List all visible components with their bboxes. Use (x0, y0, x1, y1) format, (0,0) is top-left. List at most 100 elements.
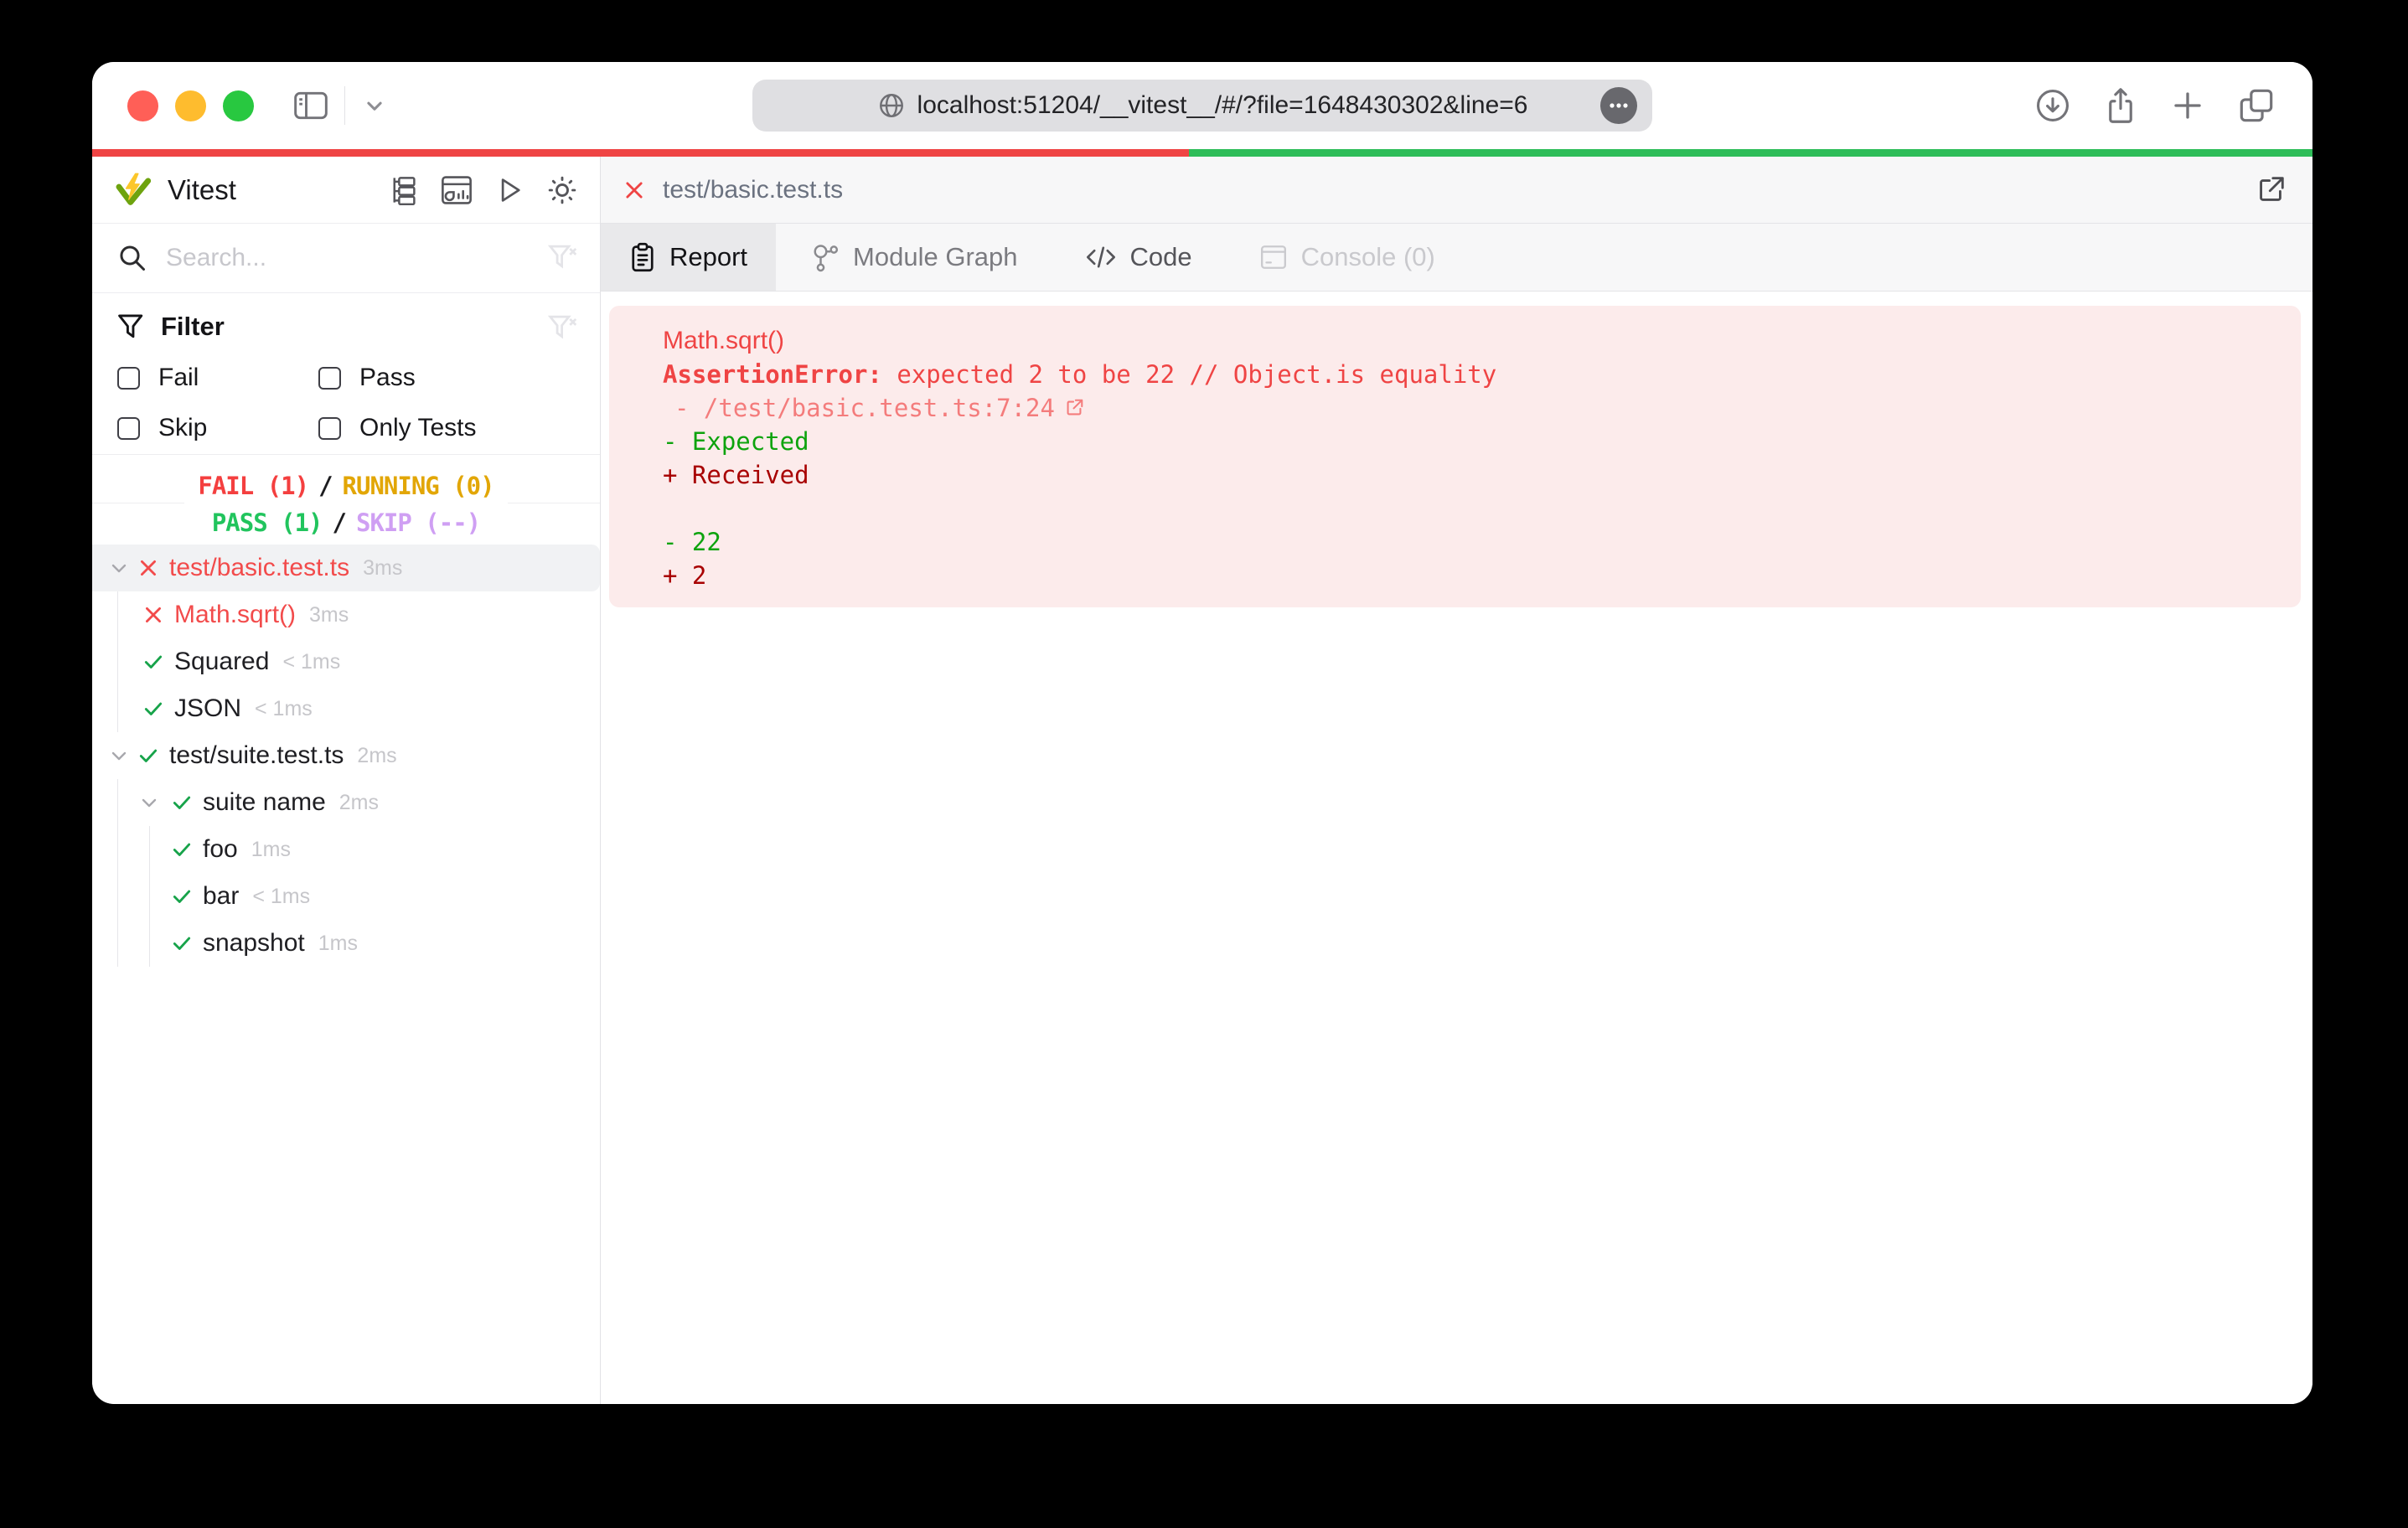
checkbox[interactable] (318, 366, 341, 390)
sidebar-header: Vitest (92, 157, 600, 223)
filter-checkbox-skip[interactable]: Skip (117, 414, 318, 442)
filter-section: Filter Fail Pass Skip Only Tests (92, 293, 600, 455)
diff-blank-line (663, 492, 2276, 525)
tree-row-basic-test-file[interactable]: test/basic.test.ts 3ms (92, 545, 600, 591)
tree-row-time: < 1ms (282, 649, 341, 674)
tree-row-time: 3ms (309, 602, 349, 627)
tree-row-bar[interactable]: bar < 1ms (92, 873, 600, 920)
address-bar[interactable]: localhost:51204/__vitest__/#/?file=16484… (752, 80, 1652, 132)
traffic-lights (127, 90, 254, 121)
tree-row-label: Squared (174, 648, 270, 675)
share-icon[interactable] (2103, 86, 2138, 125)
error-report-panel: Math.sqrt() AssertionError: expected 2 t… (609, 306, 2301, 607)
chevron-down-icon[interactable] (109, 558, 129, 578)
tree-row-label: JSON (174, 694, 242, 722)
tab-label: Console (0) (1300, 242, 1435, 271)
toolbar-divider (344, 86, 345, 125)
error-message: expected 2 to be 22 // Object.is equalit… (881, 360, 1497, 389)
clear-filter-icon[interactable] (548, 243, 578, 273)
failed-test-name: Math.sqrt() (663, 327, 785, 354)
checkbox[interactable] (117, 366, 140, 390)
funnel-icon (117, 312, 146, 341)
theme-sun-icon[interactable] (546, 174, 578, 206)
checkbox[interactable] (318, 416, 341, 440)
close-window-button[interactable] (127, 90, 158, 121)
tree-row-label: bar (203, 882, 240, 910)
filter-checkbox-fail[interactable]: Fail (117, 364, 318, 392)
tree-row-time: 2ms (338, 790, 379, 814)
tree-row-label: foo (203, 835, 238, 863)
tab-code[interactable]: Code (1052, 224, 1226, 291)
tab-console: Console (0) (1226, 224, 1469, 291)
tab-label: Code (1129, 242, 1192, 271)
tree-row-math-sqrt[interactable]: Math.sqrt() 3ms (92, 591, 600, 638)
pass-check-icon (142, 651, 164, 673)
tree-view-icon[interactable] (389, 175, 419, 205)
console-icon (1259, 243, 1288, 271)
tree-row-foo[interactable]: foo 1ms (92, 826, 600, 873)
search-bar (92, 223, 600, 293)
tree-row-label: suite name (203, 788, 326, 816)
tree-row-time: 1ms (251, 837, 291, 861)
summary-pass-count: PASS (1) (211, 508, 323, 537)
chevron-down-icon[interactable] (360, 91, 389, 120)
progress-pass-segment (1189, 149, 2312, 157)
tree-row-label: Math.sqrt() (174, 601, 297, 628)
clipboard-icon (629, 242, 656, 272)
filter-checkbox-pass[interactable]: Pass (318, 364, 578, 392)
test-progress-bar (92, 149, 2312, 157)
module-graph-icon (809, 242, 840, 272)
tree-row-time: 2ms (357, 743, 397, 767)
checkbox-label: Pass (359, 364, 416, 391)
tree-row-suite-test-file[interactable]: test/suite.test.ts 2ms (92, 732, 600, 779)
pass-check-icon (137, 745, 159, 767)
tree-row-label: snapshot (203, 929, 305, 957)
vitest-logo (116, 173, 151, 208)
pass-check-icon (171, 839, 193, 860)
tree-row-snapshot[interactable]: snapshot 1ms (92, 920, 600, 967)
more-icon[interactable] (1600, 87, 1637, 124)
run-all-icon[interactable] (494, 175, 524, 205)
tree-row-suite-name[interactable]: suite name 2ms (92, 779, 600, 826)
checkbox-label: Only Tests (359, 414, 477, 441)
summary-fail-count: FAIL (1) (198, 472, 309, 500)
checkbox[interactable] (117, 416, 140, 440)
chevron-down-icon[interactable] (109, 746, 129, 766)
sidebar: Vitest Search... Filter Fail Pass Skip O… (92, 157, 601, 1404)
filter-title: Filter (161, 312, 225, 341)
sidebar-toggle-icon[interactable] (292, 90, 329, 121)
dashboard-icon[interactable] (441, 175, 473, 205)
checkbox-label: Fail (158, 364, 199, 391)
diff-expected-value: - 22 (663, 528, 721, 556)
open-file-tab: test/basic.test.ts (601, 157, 2312, 224)
diff-received-label: + Received (663, 461, 809, 489)
search-input[interactable] (166, 244, 548, 272)
tab-report[interactable]: Report (601, 224, 777, 291)
open-external-icon[interactable] (1063, 397, 1085, 419)
tabs-overview-icon[interactable] (2237, 86, 2276, 125)
pass-check-icon (171, 885, 193, 907)
diff-received-value: + 2 (663, 561, 707, 590)
stack-trace-link[interactable]: - /test/basic.test.ts:7:24 (663, 391, 2276, 425)
test-tree: test/basic.test.ts 3ms Math.sqrt() 3ms S… (92, 545, 600, 1404)
browser-window: localhost:51204/__vitest__/#/?file=16484… (92, 62, 2312, 1404)
download-icon[interactable] (2034, 87, 2071, 124)
tree-row-squared[interactable]: Squared < 1ms (92, 638, 600, 685)
minimize-window-button[interactable] (175, 90, 206, 121)
screen-background: localhost:51204/__vitest__/#/?file=16484… (0, 0, 2408, 1528)
new-tab-icon[interactable] (2170, 88, 2205, 123)
progress-fail-segment (92, 149, 1190, 157)
tab-module-graph[interactable]: Module Graph (776, 224, 1051, 291)
close-icon[interactable] (623, 178, 646, 202)
tree-row-json[interactable]: JSON < 1ms (92, 685, 600, 732)
fail-x-icon (137, 557, 159, 579)
tree-row-time: < 1ms (255, 696, 313, 720)
chevron-down-icon[interactable] (139, 792, 159, 813)
report-content: Math.sqrt() AssertionError: expected 2 t… (601, 292, 2312, 1404)
open-external-icon[interactable] (2254, 173, 2287, 207)
clear-filter-icon[interactable] (548, 313, 578, 343)
filter-checkbox-only-tests[interactable]: Only Tests (318, 414, 578, 442)
pass-check-icon (171, 792, 193, 813)
main-panel: test/basic.test.ts Report Module Graph C… (601, 157, 2312, 1404)
zoom-window-button[interactable] (223, 90, 254, 121)
